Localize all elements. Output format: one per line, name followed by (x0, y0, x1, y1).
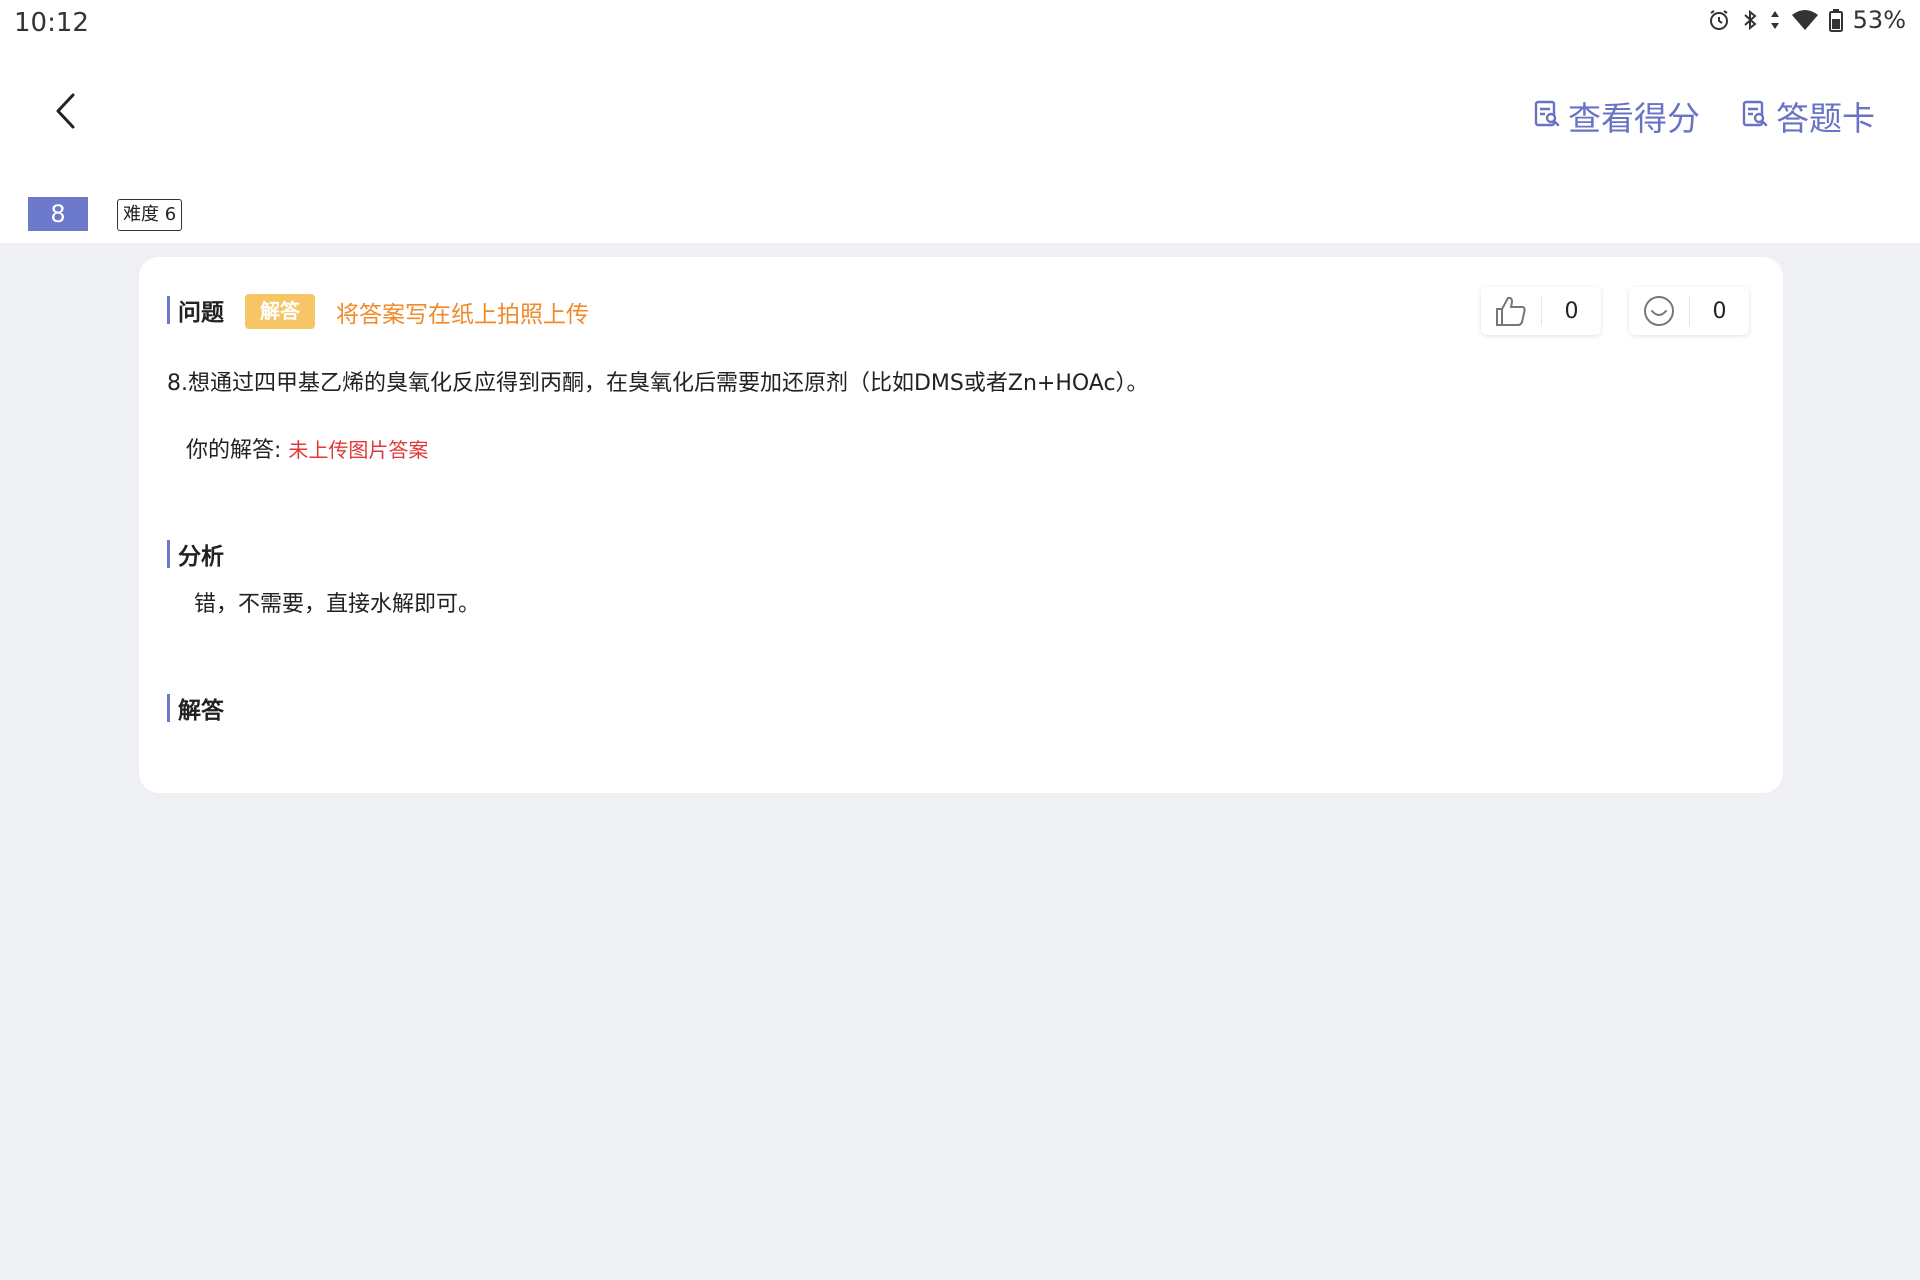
bluetooth-icon (1741, 8, 1759, 32)
reaction-count: 0 (1712, 298, 1727, 324)
wifi-icon (1791, 8, 1819, 32)
question-number-badge: 8 (28, 197, 88, 231)
upload-instruction: 将答案写在纸上拍照上传 (336, 302, 589, 328)
question-section-title: 问题 (167, 293, 224, 327)
question-card: 问题 解答 将答案写在纸上拍照上传 0 0 8.想通过四甲基乙烯的臭氧化反应得到… (139, 257, 1783, 793)
battery-percent: 53% (1852, 6, 1906, 34)
like-button[interactable]: 0 (1481, 287, 1601, 335)
chevron-left-icon (53, 92, 77, 134)
solution-section-title: 解答 (167, 691, 224, 725)
thumbs-up-icon (1481, 294, 1541, 328)
answer-card-button[interactable]: 答题卡 (1742, 92, 1875, 140)
document-search-icon (1742, 97, 1768, 136)
answer-card-label: 答题卡 (1776, 99, 1875, 138)
like-count: 0 (1564, 298, 1579, 324)
top-area: 10:12 53% 查看得分 答题卡 8 难度 6 (0, 0, 1920, 243)
question-text: 8.想通过四甲基乙烯的臭氧化反应得到丙酮，在臭氧化后需要加还原剂（比如DMS或者… (167, 371, 1149, 396)
question-type-tag: 解答 (245, 294, 315, 329)
document-search-icon (1534, 97, 1560, 136)
alarm-icon (1707, 8, 1731, 32)
analysis-text: 错，不需要，直接水解即可。 (194, 592, 481, 617)
status-time: 10:12 (14, 8, 89, 38)
status-icons: 53% (1707, 6, 1906, 34)
your-answer-value: 未上传图片答案 (288, 438, 429, 462)
view-score-button[interactable]: 查看得分 (1534, 92, 1700, 140)
battery-icon (1828, 8, 1843, 32)
data-arrows-icon (1769, 8, 1781, 32)
your-answer-label: 你的解答: (186, 438, 289, 463)
smile-icon (1629, 294, 1689, 328)
analysis-section-title: 分析 (167, 537, 224, 571)
section-accent-bar (167, 694, 170, 722)
solution-section-label: 解答 (178, 698, 224, 724)
page: 10:12 53% 查看得分 答题卡 8 难度 6 问题 解答 将答案写在纸上拍… (0, 0, 1920, 1280)
analysis-section-label: 分析 (178, 544, 224, 570)
view-score-label: 查看得分 (1568, 99, 1700, 138)
your-answer: 你的解答: 未上传图片答案 (186, 432, 428, 464)
difficulty-badge: 难度 6 (117, 199, 183, 231)
status-bar: 10:12 53% (0, 0, 1920, 44)
section-accent-bar (167, 540, 170, 568)
question-section-label: 问题 (178, 300, 224, 326)
section-accent-bar (167, 296, 170, 324)
back-button[interactable] (40, 88, 90, 138)
reaction-button[interactable]: 0 (1629, 287, 1749, 335)
